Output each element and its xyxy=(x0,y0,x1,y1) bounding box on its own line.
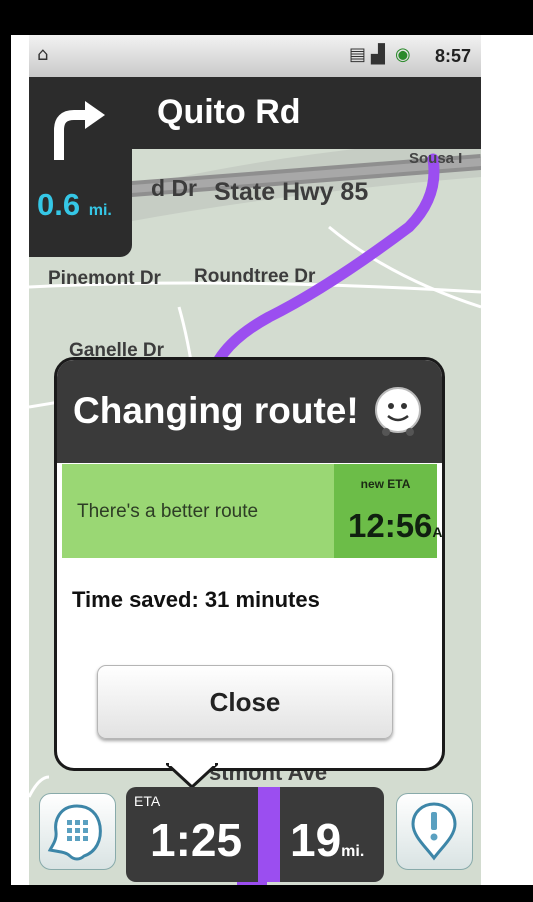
battery-icon: ◉ xyxy=(395,44,411,65)
dialog-header: Changing route! xyxy=(57,360,442,463)
new-eta-label: new ETA xyxy=(360,477,411,491)
frame-bottom-bar xyxy=(0,885,533,902)
signal-icon: ▟ xyxy=(371,44,385,65)
eta-panel[interactable]: ETA 1:25 19mi. xyxy=(126,787,384,882)
map-label-pinemont: Pinemont Dr xyxy=(48,268,161,289)
street-name: Quito Rd xyxy=(157,93,301,131)
turn-icon-box[interactable] xyxy=(29,77,132,257)
phone-screen: ⌂ ▤ ▟ ◉ 8:57 d Dr State Hwy 85 Sousa I P… xyxy=(29,35,481,885)
report-button[interactable] xyxy=(396,793,473,870)
status-time: 8:57 xyxy=(434,46,471,66)
waze-menu-button[interactable] xyxy=(39,793,116,870)
remaining-distance: 19mi. xyxy=(290,813,364,867)
better-route-bar: There's a better route new ETA 12:56AM xyxy=(62,464,442,558)
turn-distance: 0.6 mi. xyxy=(37,187,112,223)
map-label-roundtree: Roundtree Dr xyxy=(194,266,316,287)
eta-label: ETA xyxy=(134,793,161,809)
time-saved-text: Time saved: 31 minutes xyxy=(72,587,320,612)
remaining-distance-unit: mi. xyxy=(341,843,365,860)
frame-left-border xyxy=(0,0,11,902)
map-label-sousa: Sousa I xyxy=(409,150,463,167)
network-type-icon: ▤ xyxy=(349,44,367,65)
map-label-state-hwy: State Hwy 85 xyxy=(214,178,369,206)
dialog-title: Changing route! xyxy=(73,390,359,431)
new-eta-box: new ETA 12:56AM xyxy=(334,464,442,558)
waze-menu-icon xyxy=(47,804,102,861)
eta-time: 1:25 xyxy=(150,814,243,866)
frame-top-bar xyxy=(0,0,533,35)
turn-right-icon xyxy=(54,101,105,160)
eta-route-stripe xyxy=(258,787,280,882)
new-eta-ampm: AM xyxy=(432,524,443,540)
changing-route-dialog: Changing route! There's a better route n… xyxy=(54,357,445,771)
close-button[interactable]: Close xyxy=(97,665,393,739)
new-eta-time-value: 12:56 xyxy=(348,507,433,544)
turn-distance-value: 0.6 xyxy=(37,187,81,222)
better-route-text: There's a better route xyxy=(77,501,259,522)
map-label-partial-road: d Dr xyxy=(151,175,197,201)
report-pin-icon xyxy=(411,802,457,861)
remaining-distance-value: 19 xyxy=(290,814,342,866)
usb-icon: ⌂ xyxy=(37,44,49,65)
close-button-label: Close xyxy=(209,687,281,717)
new-eta-time: 12:56AM xyxy=(348,507,443,545)
status-bar: ⌂ ▤ ▟ ◉ 8:57 xyxy=(29,35,481,77)
turn-distance-unit: mi. xyxy=(88,202,112,219)
waze-logo-icon xyxy=(375,387,421,436)
bottom-bar: ETA 1:25 19mi. xyxy=(29,785,481,885)
